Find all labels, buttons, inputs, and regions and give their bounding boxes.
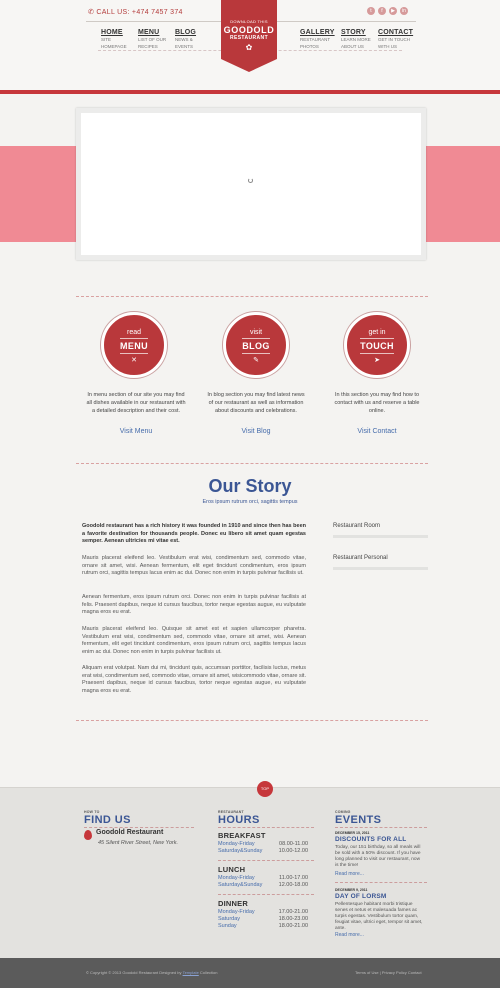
event-text: Pellentesque habitant morbi tristique se… bbox=[335, 902, 423, 931]
read-more-link[interactable]: Read more... bbox=[335, 932, 364, 938]
slider-ribbon-right bbox=[426, 146, 500, 242]
tab-underline bbox=[333, 535, 428, 538]
visit-menu-link[interactable]: Visit Menu bbox=[86, 428, 186, 435]
site-logo[interactable]: DOWNLOAD THIS GOODOLD RESTAURANT ✿ bbox=[221, 0, 277, 72]
hours-row: Saturday&Sunday 12.00-18.00 bbox=[218, 882, 308, 888]
hours-row: Saturday&Sunday 10.00-12.00 bbox=[218, 848, 308, 854]
bottom-bar bbox=[0, 958, 500, 988]
hours-row: Monday-Friday 11.00-17.00 bbox=[218, 875, 308, 881]
loading-spinner-icon bbox=[248, 178, 253, 183]
story-paragraph: Aliquam erat volutpat. Nam dui mi, tinci… bbox=[82, 665, 306, 695]
events-title: EVENTS bbox=[335, 814, 382, 826]
event-title[interactable]: DAY OF LORSM bbox=[335, 893, 387, 900]
twitter-icon[interactable]: t bbox=[367, 7, 375, 15]
nav-gallery[interactable]: GALLERY RESTAURANT PHOTOS bbox=[300, 29, 344, 49]
restaurant-name: Goodold Restaurant bbox=[96, 829, 164, 836]
event-title[interactable]: DISCOUNTS FOR ALL bbox=[335, 836, 406, 843]
touch-circle-button[interactable]: get in TOUCH ➤ bbox=[344, 312, 410, 378]
hours-title: HOURS bbox=[218, 814, 260, 826]
restaurant-address: 45 Silent River Street, New York. bbox=[98, 840, 178, 846]
event-date: DECEMBER 9, 2011 bbox=[335, 888, 368, 892]
pencil-icon: ✎ bbox=[253, 357, 259, 364]
story-paragraph: Aenean fermentum, eros ipsum rutrum orci… bbox=[82, 594, 306, 616]
nav-contact[interactable]: CONTACT GET IN TOUCH WITH US bbox=[378, 29, 422, 49]
story-lead: Goodold restaurant has a rich history it… bbox=[82, 523, 306, 545]
youtube-icon[interactable]: ▶ bbox=[389, 7, 397, 15]
breakfast-heading: BREAKFAST bbox=[218, 831, 266, 840]
column-divider bbox=[218, 860, 314, 861]
event-text: Today, our 151 birthday, so all meals wi… bbox=[335, 845, 421, 868]
hours-row: Saturday 18.00-23.00 bbox=[218, 916, 308, 922]
section-divider bbox=[76, 296, 428, 297]
copyright: © Copyright © 2013 Goodold Restaurant De… bbox=[86, 970, 218, 975]
column-divider bbox=[335, 882, 427, 883]
section-divider bbox=[76, 720, 428, 721]
story-paragraph: Mauris placerat eleifend leo. Quisque si… bbox=[82, 626, 306, 656]
hours-row: Monday-Friday 08.00-11.00 bbox=[218, 841, 308, 847]
image-slider[interactable] bbox=[76, 108, 426, 260]
phone-number: ✆ CALL US: +474 7457 374 bbox=[88, 9, 183, 16]
lunch-heading: LUNCH bbox=[218, 865, 246, 874]
event-date: DECEMBER 15, 2011 bbox=[335, 831, 370, 835]
section-divider bbox=[76, 463, 428, 464]
column-divider bbox=[335, 827, 427, 828]
visit-blog-link[interactable]: Visit Blog bbox=[206, 428, 306, 435]
nav-blog-title[interactable]: BLOG bbox=[175, 29, 219, 36]
nav-gallery-title[interactable]: GALLERY bbox=[300, 29, 344, 36]
column-divider bbox=[218, 894, 314, 895]
nav-contact-title[interactable]: CONTACT bbox=[378, 29, 422, 36]
phone-icon: ✆ bbox=[88, 9, 95, 16]
fork-knife-icon: ✕ bbox=[131, 357, 137, 364]
story-title: Our Story bbox=[208, 476, 292, 496]
facebook-icon[interactable]: f bbox=[378, 7, 386, 15]
chef-hat-icon: ✿ bbox=[245, 43, 253, 52]
header-accent-line bbox=[0, 90, 500, 94]
menu-circle-button[interactable]: read MENU ✕ bbox=[101, 312, 167, 378]
story-subtitle: Eros ipsum rutrum orci, sagittis tempus bbox=[202, 499, 298, 505]
map-pin-icon bbox=[84, 830, 92, 840]
column-divider bbox=[84, 827, 194, 828]
story-paragraph: Mauris placerat eleifend leo. Vestibulum… bbox=[82, 555, 306, 577]
nav-blog[interactable]: BLOG NEWS & EVENTS bbox=[175, 29, 219, 49]
tab-restaurant-room[interactable]: Restaurant Room bbox=[333, 523, 428, 529]
linkedin-icon[interactable]: in bbox=[400, 7, 408, 15]
menu-description: In menu section of our site you may find… bbox=[86, 392, 186, 414]
tab-underline bbox=[333, 567, 428, 570]
column-divider bbox=[218, 827, 314, 828]
dinner-heading: DINNER bbox=[218, 899, 248, 908]
terms-links[interactable]: Terms of Use | Privacy Policy Contact bbox=[355, 970, 422, 975]
tab-restaurant-personal[interactable]: Restaurant Personal bbox=[333, 555, 428, 561]
contact-description: In this section you may find how to cont… bbox=[334, 392, 420, 414]
hours-row: Sunday 18.00-21.00 bbox=[218, 923, 308, 929]
find-us-title: FIND US bbox=[84, 814, 131, 826]
back-to-top-button[interactable]: TOP bbox=[257, 781, 273, 797]
paper-plane-icon: ➤ bbox=[374, 357, 380, 364]
visit-contact-link[interactable]: Visit Contact bbox=[327, 428, 427, 435]
slider-ribbon-left bbox=[0, 146, 76, 242]
template-link[interactable]: Template bbox=[183, 970, 199, 975]
hours-row: Monday-Friday 17.00-21.00 bbox=[218, 909, 308, 915]
read-more-link[interactable]: Read more... bbox=[335, 871, 364, 877]
blog-circle-button[interactable]: visit BLOG ✎ bbox=[223, 312, 289, 378]
blog-description: In blog section you may find latest news… bbox=[207, 392, 305, 414]
